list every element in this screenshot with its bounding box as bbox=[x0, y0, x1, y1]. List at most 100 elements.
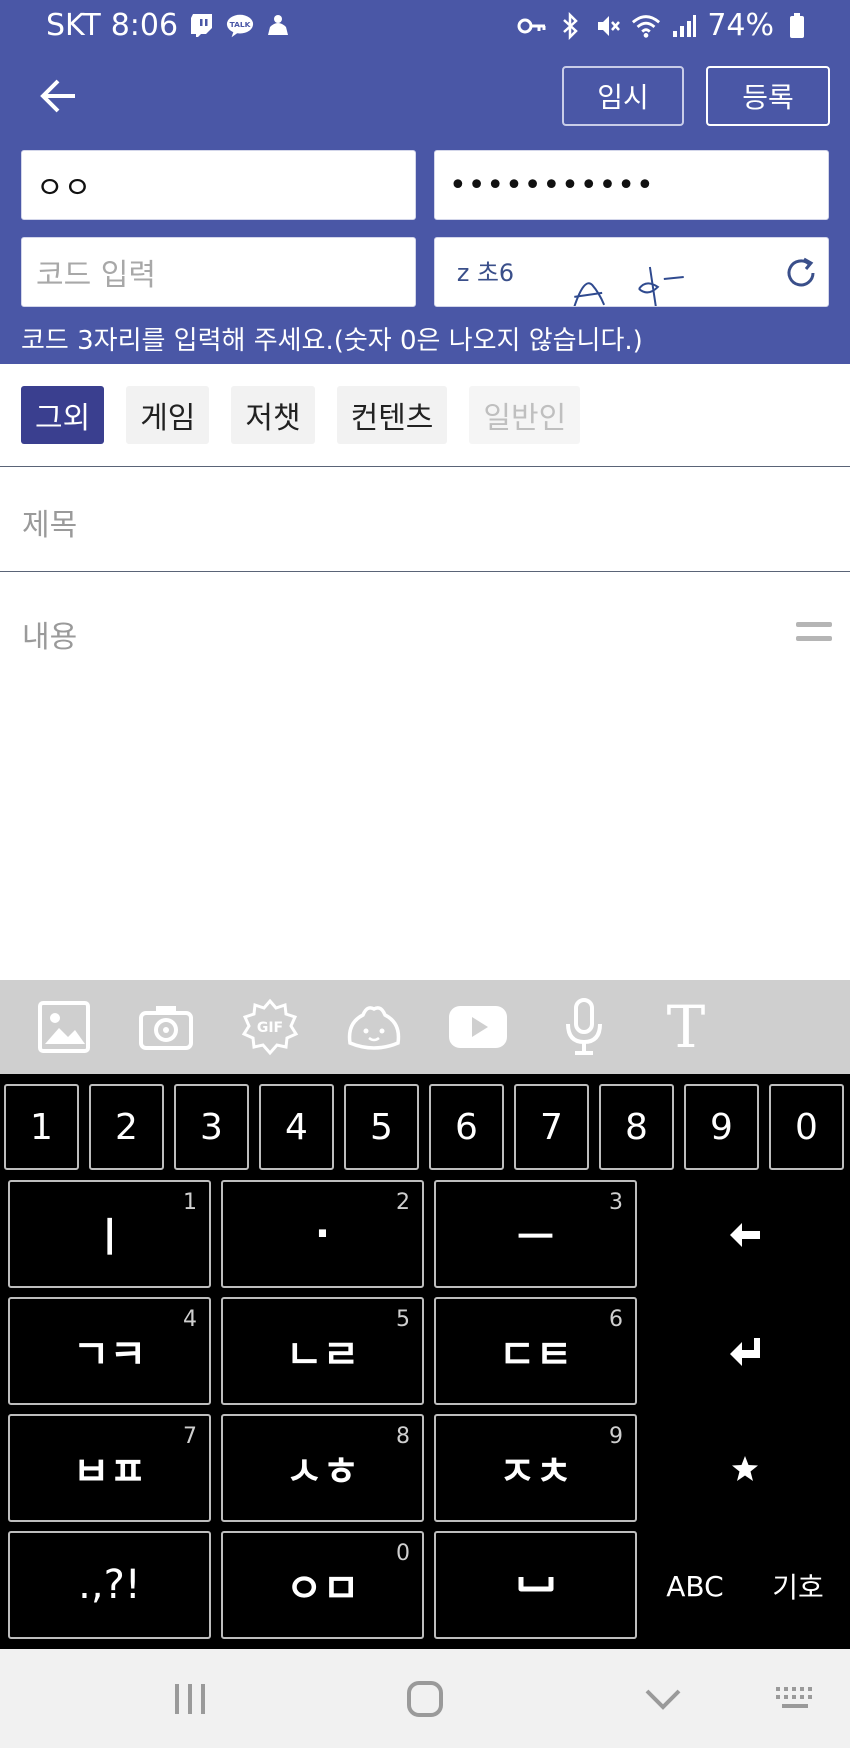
key-label: ㅇㅁ bbox=[285, 1566, 360, 1612]
key-sub: 1 bbox=[183, 1190, 197, 1215]
key-6[interactable]: 6 bbox=[429, 1084, 504, 1170]
wifi-icon bbox=[631, 11, 661, 41]
camera-icon[interactable] bbox=[136, 994, 196, 1060]
divider bbox=[0, 466, 850, 467]
key-digeut[interactable]: ㄷㅌ 6 bbox=[434, 1297, 637, 1405]
carrier-label: SKT bbox=[46, 8, 101, 43]
keyboard: 1 2 3 4 5 6 7 8 9 0 ㅣ 1 · 2 ㅡ 3 ㄱㅋ 4 ㄴㄹ … bbox=[0, 1074, 850, 1649]
key-label: ㅡ bbox=[517, 1215, 554, 1261]
refresh-captcha-icon[interactable] bbox=[782, 254, 820, 292]
tab-etc[interactable]: 그외 bbox=[21, 386, 105, 444]
key-4[interactable]: 4 bbox=[259, 1084, 334, 1170]
tab-chat[interactable]: 저챗 bbox=[231, 386, 315, 444]
divider bbox=[0, 571, 850, 572]
key-label: ㅂㅍ bbox=[72, 1449, 147, 1495]
key-label: ㄴㄹ bbox=[285, 1332, 360, 1378]
enter-icon[interactable] bbox=[680, 1317, 810, 1387]
key-giyeok[interactable]: ㄱㅋ 4 bbox=[8, 1297, 211, 1405]
key-label: ㅅㅎ bbox=[285, 1449, 360, 1495]
key-ieung[interactable]: ㅇㅁ 0 bbox=[221, 1531, 424, 1639]
home-icon[interactable] bbox=[397, 1671, 453, 1727]
tab-general: 일반인 bbox=[469, 386, 581, 444]
image-icon[interactable] bbox=[34, 994, 94, 1060]
youtube-icon[interactable] bbox=[448, 994, 508, 1060]
key-label: ㄱㅋ bbox=[72, 1332, 147, 1378]
bluetooth-icon bbox=[555, 11, 585, 41]
battery-icon bbox=[782, 11, 812, 41]
key-sub: 5 bbox=[396, 1307, 410, 1332]
tab-contents[interactable]: 컨텐츠 bbox=[336, 386, 448, 444]
key-sub: 0 bbox=[396, 1541, 410, 1566]
key-punctuation[interactable]: .,?! bbox=[8, 1531, 211, 1639]
key-9[interactable]: 9 bbox=[684, 1084, 759, 1170]
star-icon[interactable] bbox=[680, 1434, 810, 1504]
category-tabs: 그외 게임 저챗 컨텐츠 일반인 bbox=[21, 386, 581, 444]
hide-keyboard-icon[interactable] bbox=[635, 1671, 691, 1727]
svg-text:TALK: TALK bbox=[230, 19, 251, 28]
status-right: 74% bbox=[517, 8, 812, 43]
notification-icon bbox=[264, 12, 292, 40]
nickname-input[interactable]: ㅇㅇ bbox=[21, 150, 416, 220]
key-sub: 2 bbox=[396, 1190, 410, 1215]
status-left: SKT 8:06 TALK bbox=[46, 8, 292, 43]
mute-icon bbox=[593, 11, 623, 41]
key-sub: 4 bbox=[183, 1307, 197, 1332]
abc-key[interactable]: ABC bbox=[650, 1556, 740, 1616]
battery-label: 74% bbox=[707, 8, 774, 43]
key-label: ㅣ bbox=[91, 1215, 128, 1261]
key-3[interactable]: 3 bbox=[174, 1084, 249, 1170]
key-label: ㅈㅊ bbox=[498, 1449, 573, 1495]
symbol-key[interactable]: 기호 bbox=[750, 1556, 846, 1616]
recent-apps-icon[interactable] bbox=[162, 1671, 218, 1727]
title-input[interactable]: 제목 bbox=[22, 500, 77, 544]
navigation-bar bbox=[0, 1649, 850, 1748]
microphone-icon[interactable] bbox=[554, 994, 614, 1060]
captcha-image: z 초6 bbox=[434, 237, 829, 307]
key-label: · bbox=[314, 1211, 331, 1257]
twitch-icon bbox=[188, 12, 216, 40]
text-format-icon[interactable]: T bbox=[656, 993, 716, 1061]
space-key[interactable] bbox=[434, 1531, 637, 1639]
temp-save-button[interactable]: 임시 bbox=[562, 66, 684, 126]
text-format-label: T bbox=[666, 993, 706, 1061]
key-1[interactable]: 1 bbox=[4, 1084, 79, 1170]
key-0[interactable]: 0 bbox=[769, 1084, 844, 1170]
time-label: 8:06 bbox=[110, 8, 179, 43]
key-7[interactable]: 7 bbox=[514, 1084, 589, 1170]
key-bieup[interactable]: ㅂㅍ 7 bbox=[8, 1414, 211, 1522]
key-icon bbox=[517, 11, 547, 41]
key-5[interactable]: 5 bbox=[344, 1084, 419, 1170]
key-vowel-dot[interactable]: · 2 bbox=[221, 1180, 424, 1288]
key-jieut[interactable]: ㅈㅊ 9 bbox=[434, 1414, 637, 1522]
code-hint: 코드 3자리를 입력해 주세요.(숫자 0은 나오지 않습니다.) bbox=[21, 326, 643, 356]
content-input[interactable]: 내용 bbox=[22, 612, 77, 656]
key-sub: 8 bbox=[396, 1424, 410, 1449]
status-bar: SKT 8:06 TALK 74% bbox=[0, 0, 850, 52]
key-label: .,?! bbox=[78, 1562, 141, 1608]
tab-game[interactable]: 게임 bbox=[126, 386, 210, 444]
key-8[interactable]: 8 bbox=[599, 1084, 674, 1170]
emoticon-icon[interactable] bbox=[344, 994, 404, 1060]
code-input[interactable]: 코드 입력 bbox=[21, 237, 416, 307]
gif-icon[interactable]: GIF bbox=[240, 994, 300, 1060]
svg-text:GIF: GIF bbox=[257, 1020, 283, 1036]
back-arrow-icon[interactable] bbox=[36, 74, 80, 118]
backspace-icon[interactable] bbox=[680, 1200, 810, 1270]
key-sub: 3 bbox=[609, 1190, 623, 1215]
kakaotalk-icon: TALK bbox=[226, 12, 254, 40]
key-siot[interactable]: ㅅㅎ 8 bbox=[221, 1414, 424, 1522]
key-vowel-eu[interactable]: ㅡ 3 bbox=[434, 1180, 637, 1288]
key-sub: 7 bbox=[183, 1424, 197, 1449]
key-label: ㄷㅌ bbox=[498, 1332, 573, 1378]
app-screen: SKT 8:06 TALK 74% 임시 등록 ㅇㅇ ••••••••••• 코… bbox=[0, 0, 850, 1748]
key-sub: 9 bbox=[609, 1424, 623, 1449]
key-2[interactable]: 2 bbox=[89, 1084, 164, 1170]
space-icon bbox=[518, 1577, 553, 1592]
keyboard-icon[interactable] bbox=[768, 1671, 824, 1727]
attachment-toolbar: GIF T bbox=[0, 980, 850, 1074]
password-input[interactable]: ••••••••••• bbox=[434, 150, 829, 220]
key-nieun[interactable]: ㄴㄹ 5 bbox=[221, 1297, 424, 1405]
key-vowel-i[interactable]: ㅣ 1 bbox=[8, 1180, 211, 1288]
submit-button[interactable]: 등록 bbox=[706, 66, 830, 126]
drag-handle-icon[interactable] bbox=[796, 620, 832, 646]
